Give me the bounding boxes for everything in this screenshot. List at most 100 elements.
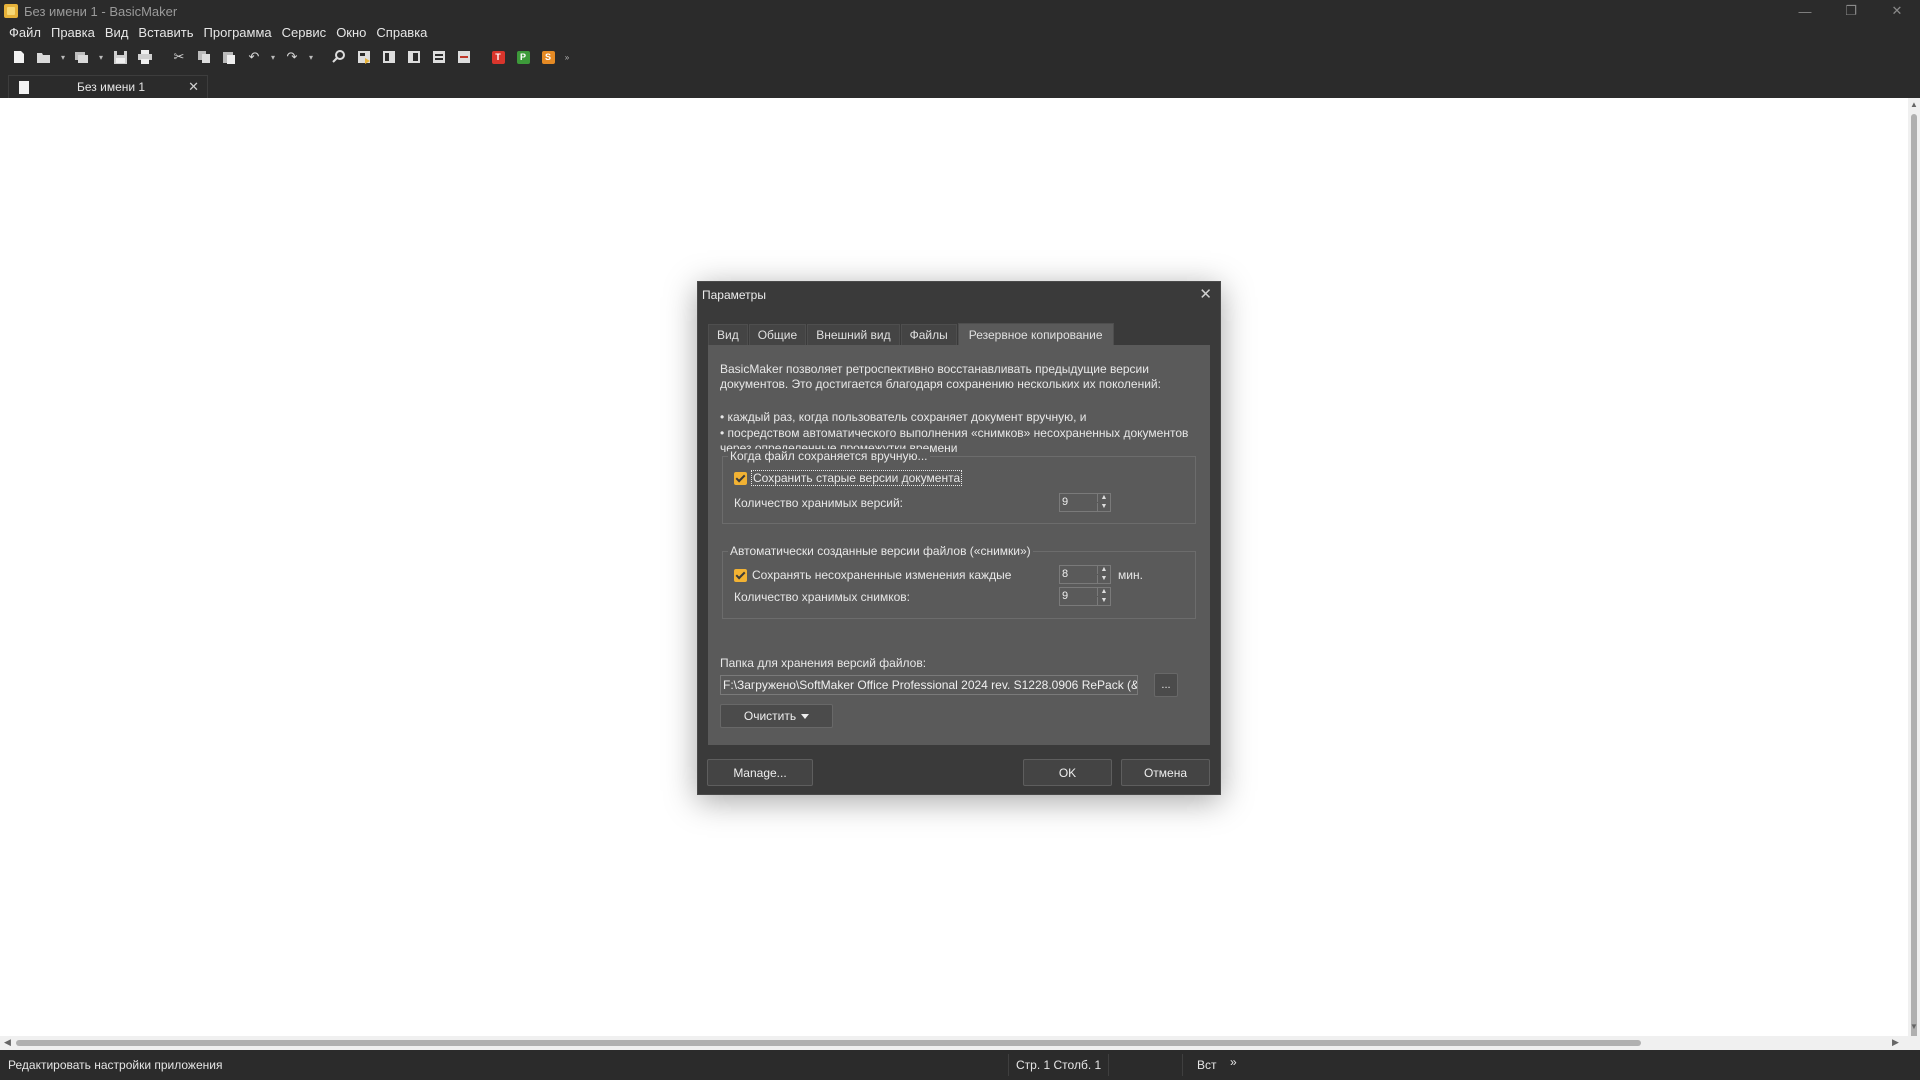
clear-button[interactable]: Очистить [720,704,833,728]
snapshots-legend: Автоматически созданные версии файлов («… [728,544,1033,558]
status-divider [1108,1054,1109,1076]
maximize-button[interactable]: ❐ [1828,0,1874,22]
close-window-button[interactable]: ✕ [1874,0,1920,22]
snapshots-count-value: 9 [1062,590,1069,602]
tab-backup[interactable]: Резервное копирование [957,323,1114,345]
title-bar: Без имени 1 - BasicMaker — ❐ ✕ [0,0,1920,22]
status-bar: Редактировать настройки приложения Стр. … [0,1050,1920,1080]
backup-folder-input[interactable]: F:\Загружено\SoftMaker Office Profession… [720,675,1138,695]
dialog-tabs: Вид Общие Внешний вид Файлы Резервное ко… [708,323,1115,345]
snapshots-count-stepper[interactable]: 9 ▲ ▼ [1059,587,1111,606]
cancel-button[interactable]: Отмена [1121,759,1210,786]
windows-icon[interactable] [71,46,93,68]
insert-mode[interactable]: Вст [1197,1058,1217,1072]
manual-save-group: Когда файл сохраняется вручную... Сохран… [722,449,1196,524]
save-icon[interactable] [109,46,131,68]
menu-program[interactable]: Программа [199,25,277,40]
menu-view[interactable]: Вид [100,25,134,40]
interval-value: 8 [1062,568,1069,580]
scroll-left-icon[interactable]: ◀ [4,1037,11,1048]
status-more-icon[interactable]: » [1230,1055,1237,1069]
stepper-down-icon[interactable]: ▼ [1097,503,1110,511]
versions-count-stepper[interactable]: 9 ▲ ▼ [1059,493,1111,512]
options-dialog: Параметры ✕ Вид Общие Внешний вид Файлы … [697,281,1221,795]
presentations-icon[interactable]: S [537,46,559,68]
horizontal-scroll-thumb[interactable] [16,1040,1641,1046]
open-folder-icon[interactable] [33,46,55,68]
folder-label: Папка для хранения версий файлов: [720,656,927,670]
status-divider [1182,1054,1183,1076]
cursor-position: Стр. 1 Столб. 1 [1016,1058,1102,1072]
ok-button[interactable]: OK [1023,759,1112,786]
new-document-icon[interactable] [8,46,30,68]
clear-button-label: Очистить [743,709,797,723]
dialog-close-icon[interactable]: ✕ [1199,285,1212,303]
open-dropdown-icon[interactable]: ▾ [58,46,68,68]
horizontal-scrollbar[interactable]: ◀ ▶ [0,1036,1920,1050]
backup-panel: BasicMaker позволяет ретроспективно восс… [708,345,1210,745]
stepper-up-icon[interactable]: ▲ [1097,588,1110,596]
document-tab[interactable]: Без имени 1 ✕ [8,75,208,98]
save-every-label[interactable]: Сохранять несохраненные изменения каждые [752,568,1011,582]
document-tab-label: Без имени 1 [77,80,146,94]
app-icon [4,4,18,18]
scroll-right-icon[interactable]: ▶ [1892,1037,1899,1048]
browse-folder-button[interactable]: ... [1154,673,1178,697]
menu-file[interactable]: Файл [4,25,46,40]
minimize-button[interactable]: — [1782,0,1828,22]
undo-icon[interactable]: ↶ [243,46,265,68]
cut-icon[interactable]: ✂ [168,46,190,68]
keep-versions-checkbox[interactable] [734,472,747,485]
close-tab-icon[interactable]: ✕ [188,79,199,95]
redo-icon[interactable]: ↷ [281,46,303,68]
menu-insert[interactable]: Вставить [133,25,198,40]
interval-unit: мин. [1118,568,1143,582]
menu-help[interactable]: Справка [371,25,432,40]
tab-general[interactable]: Общие [748,324,807,345]
snapshots-count-label: Количество хранимых снимков: [734,590,911,604]
manage-button[interactable]: Manage... [707,759,813,786]
planmaker-icon[interactable]: P [512,46,534,68]
versions-count-value: 9 [1062,496,1069,508]
save-every-checkbox[interactable] [734,569,747,582]
toolbar-more-icon[interactable]: » [562,46,572,68]
manual-save-legend: Когда файл сохраняется вручную... [728,449,930,463]
vertical-scroll-thumb[interactable] [1911,114,1917,1058]
redo-dropdown-icon[interactable]: ▾ [306,46,316,68]
menu-window[interactable]: Окно [331,25,371,40]
tab-view[interactable]: Вид [708,324,748,345]
step-over-icon[interactable] [403,46,425,68]
scroll-up-icon[interactable]: ▲ [1908,100,1920,112]
undo-dropdown-icon[interactable]: ▾ [268,46,278,68]
keep-versions-label[interactable]: Сохранить старые версии документа [750,470,963,486]
stepper-up-icon[interactable]: ▲ [1097,566,1110,574]
search-icon[interactable] [328,46,350,68]
window-title: Без имени 1 - BasicMaker [24,3,178,19]
vertical-scrollbar[interactable]: ▲ ▼ [1908,98,1920,1058]
tab-appearance[interactable]: Внешний вид [807,324,900,345]
paste-icon[interactable] [218,46,240,68]
menu-tools[interactable]: Сервис [277,25,332,40]
scroll-down-icon[interactable]: ▼ [1908,1022,1920,1034]
status-message: Редактировать настройки приложения [8,1058,223,1072]
interval-stepper[interactable]: 8 ▲ ▼ [1059,565,1111,584]
run-macro-icon[interactable] [353,46,375,68]
menu-edit[interactable]: Правка [46,25,100,40]
copy-icon[interactable] [193,46,215,68]
toolbar: ▾ ▾ ✂ ↶ ▾ ↷ ▾ T P S » [0,44,1920,70]
watch-icon[interactable] [428,46,450,68]
print-icon[interactable] [134,46,156,68]
textmaker-icon[interactable]: T [487,46,509,68]
document-tab-bar: Без имени 1 ✕ [0,72,1920,98]
windows-dropdown-icon[interactable]: ▾ [96,46,106,68]
tab-files[interactable]: Файлы [900,324,957,345]
stepper-down-icon[interactable]: ▼ [1097,575,1110,583]
stepper-up-icon[interactable]: ▲ [1097,494,1110,502]
breakpoint-icon[interactable] [453,46,475,68]
stepper-down-icon[interactable]: ▼ [1097,597,1110,605]
status-divider [1008,1054,1009,1076]
dialog-title: Параметры [702,288,766,302]
snapshots-group: Автоматически созданные версии файлов («… [722,544,1196,619]
step-icon[interactable] [378,46,400,68]
versions-count-label: Количество хранимых версий: [734,496,903,510]
